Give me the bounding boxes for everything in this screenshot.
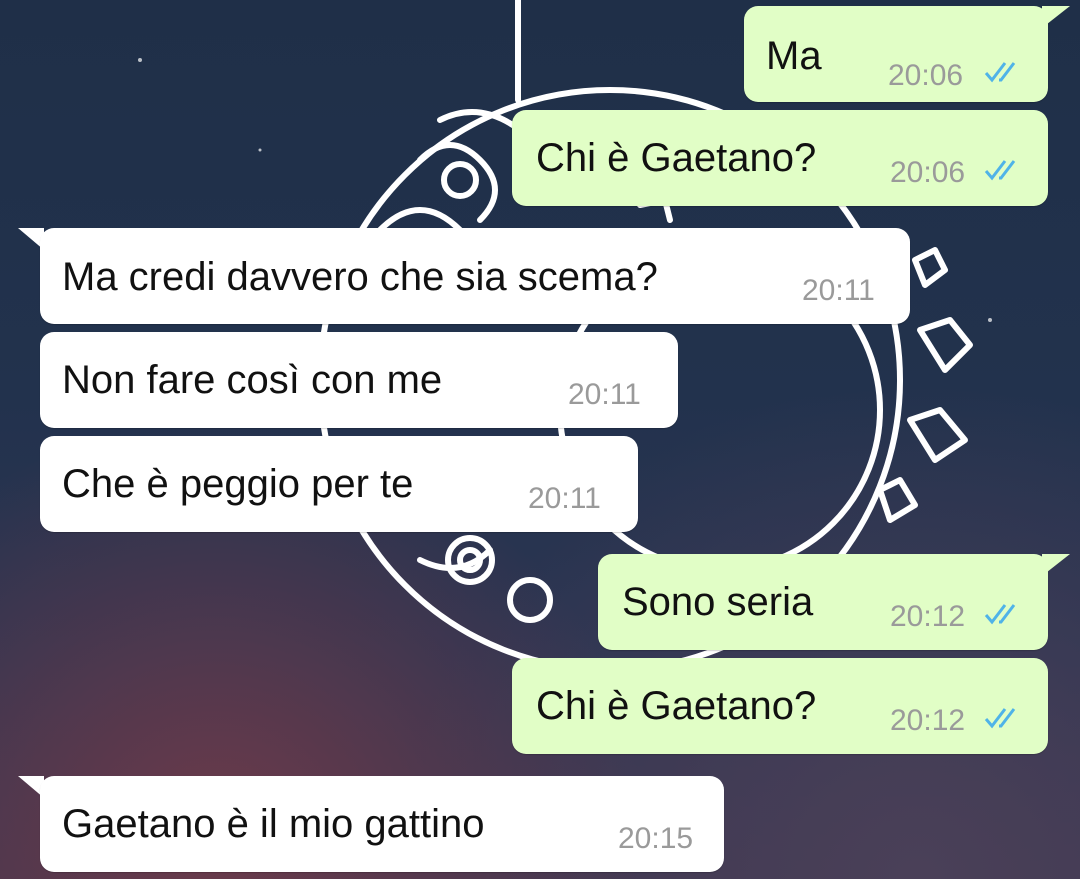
message-time: 20:11 [528, 482, 601, 515]
double-check-icon [984, 62, 1016, 83]
double-check-icon [984, 604, 1016, 625]
message-bubble-outgoing[interactable]: Ma 20:06 [744, 6, 1048, 102]
message-bubble-outgoing[interactable]: Chi è Gaetano? 20:12 [512, 658, 1048, 754]
message-bubble-incoming[interactable]: Ma credi davvero che sia scema? 20:11 [40, 228, 910, 324]
message-bubble-outgoing[interactable]: Chi è Gaetano? 20:06 [512, 110, 1048, 206]
message-time: 20:12 [890, 704, 966, 737]
message-text: Sono seria [622, 580, 814, 624]
double-check-icon [984, 160, 1016, 181]
message-bubble-incoming[interactable]: Gaetano è il mio gattino 20:15 [40, 776, 724, 872]
message-bubble-incoming[interactable]: Che è peggio per te 20:11 [40, 436, 638, 532]
message-time: 20:06 [890, 156, 966, 189]
message-text: Chi è Gaetano? [536, 136, 817, 180]
bubble-tail [1042, 6, 1070, 28]
message-time: 20:12 [890, 600, 966, 633]
message-bubble-incoming[interactable]: Non fare così con me 20:11 [40, 332, 678, 428]
message-text: Gaetano è il mio gattino [62, 802, 485, 846]
message-text: Ma credi davvero che sia scema? [62, 255, 658, 299]
message-time: 20:11 [802, 274, 875, 307]
message-time: 20:11 [568, 378, 641, 411]
double-check-icon [984, 708, 1016, 729]
message-text: Ma [766, 34, 822, 78]
message-time: 20:06 [888, 59, 964, 92]
bubble-tail [1042, 554, 1070, 576]
message-text: Chi è Gaetano? [536, 684, 817, 728]
message-text: Che è peggio per te [62, 462, 414, 506]
message-text: Non fare così con me [62, 358, 443, 402]
message-bubble-outgoing[interactable]: Sono seria 20:12 [598, 554, 1048, 650]
message-time: 20:15 [618, 822, 694, 855]
